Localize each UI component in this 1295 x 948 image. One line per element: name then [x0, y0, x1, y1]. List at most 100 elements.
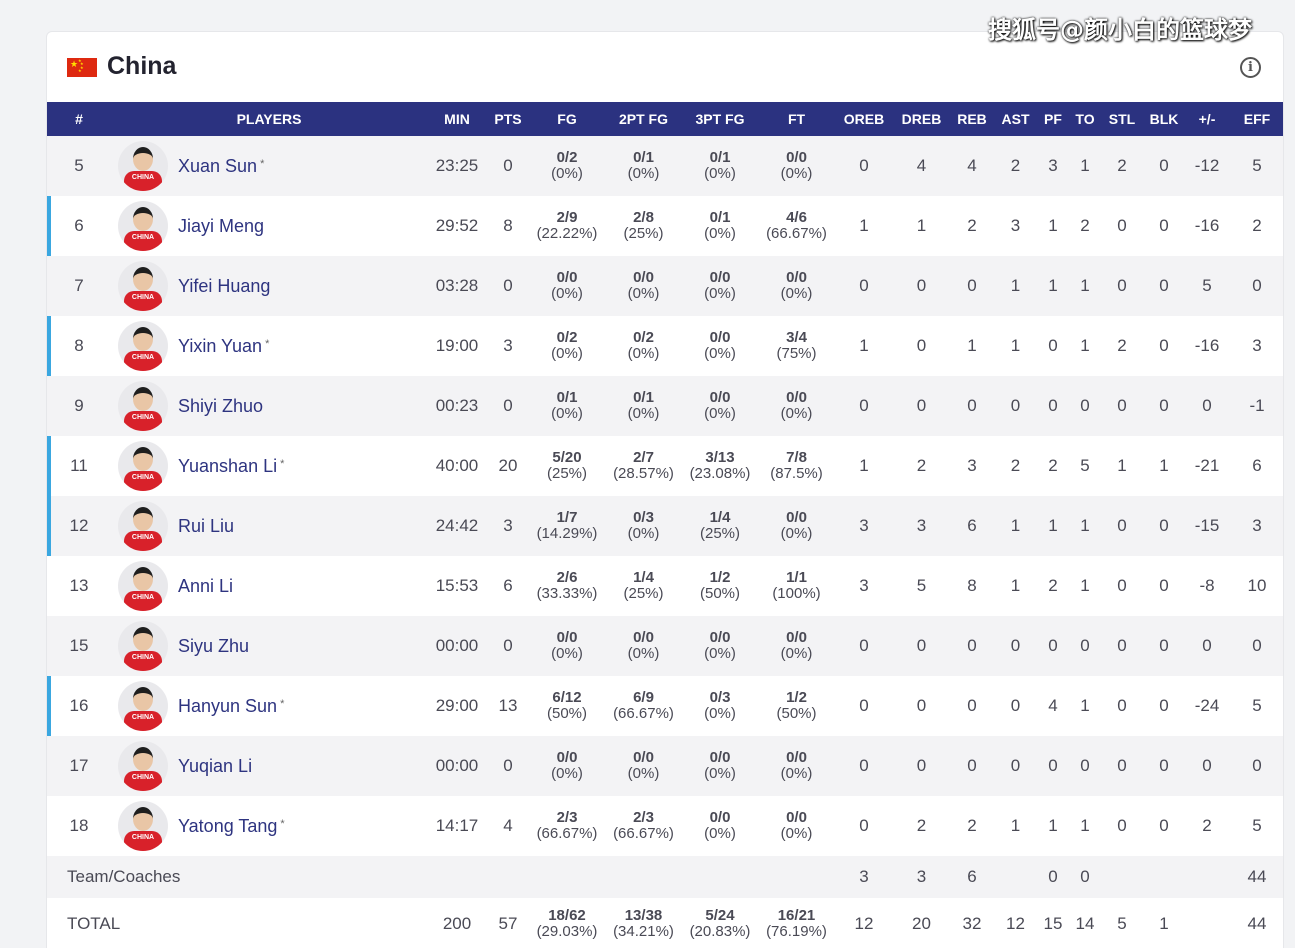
- stat-ast: 1: [1010, 576, 1021, 595]
- player-cell[interactable]: CHINA Shiyi Zhuo: [111, 376, 427, 436]
- total-fg-made: 18/62: [548, 907, 586, 924]
- col-oreb-header[interactable]: OREB: [835, 102, 893, 136]
- player-name-link[interactable]: Yatong Tang *: [178, 816, 285, 837]
- stat-ast: 1: [1010, 276, 1021, 295]
- col-pf-header[interactable]: PF: [1037, 102, 1069, 136]
- col-2pt-fg-header[interactable]: 2PT FG: [605, 102, 682, 136]
- ft-percent: (100%): [772, 585, 821, 602]
- ft-made: 1/2: [786, 689, 807, 706]
- minutes: 24:42: [435, 516, 479, 535]
- fg3-percent: (0%): [704, 645, 736, 662]
- stat-eff: 5: [1252, 816, 1262, 835]
- player-name[interactable]: Yifei Huang: [178, 276, 270, 296]
- avatar[interactable]: CHINA: [118, 801, 168, 851]
- starter-mark: *: [280, 817, 285, 830]
- points: 4: [503, 816, 513, 835]
- player-name[interactable]: Xuan Sun: [178, 156, 257, 176]
- avatar[interactable]: CHINA: [118, 141, 168, 191]
- col-min-header[interactable]: MIN: [427, 102, 487, 136]
- fg2-made: 0/0: [633, 749, 654, 766]
- player-name-link[interactable]: Yuqian Li: [178, 756, 255, 777]
- player-cell[interactable]: CHINA Yifei Huang: [111, 256, 427, 316]
- col-pts-header[interactable]: PTS: [487, 102, 529, 136]
- ft: 0/0 (0%): [758, 796, 835, 856]
- col-blk-header[interactable]: BLK: [1143, 102, 1185, 136]
- fg2-made: 1/4: [633, 569, 654, 586]
- player-cell[interactable]: CHINA Yuanshan Li *: [111, 436, 427, 496]
- col-number-header[interactable]: #: [47, 102, 111, 136]
- fg-percent: (14.29%): [536, 525, 598, 542]
- col-dreb-header[interactable]: DREB: [893, 102, 950, 136]
- avatar[interactable]: CHINA: [118, 441, 168, 491]
- player-name[interactable]: Jiayi Meng: [178, 216, 264, 236]
- avatar[interactable]: CHINA: [118, 741, 168, 791]
- player-name[interactable]: Hanyun Sun: [178, 696, 277, 716]
- avatar[interactable]: CHINA: [118, 681, 168, 731]
- player-name-link[interactable]: Yuanshan Li *: [178, 456, 284, 477]
- total-label: TOTAL: [67, 914, 121, 933]
- col-ft-header[interactable]: FT: [758, 102, 835, 136]
- player-name-link[interactable]: Yifei Huang: [178, 276, 273, 297]
- total-minutes: 200: [442, 914, 472, 933]
- col-to-header[interactable]: TO: [1069, 102, 1101, 136]
- total-ft-made: 16/21: [777, 907, 816, 924]
- fg3-made: 1/2: [709, 569, 731, 586]
- fg3-percent: (25%): [699, 525, 740, 542]
- col-stl-header[interactable]: STL: [1101, 102, 1143, 136]
- player-name-link[interactable]: Shiyi Zhuo: [178, 396, 266, 417]
- team-stat-eff: 44: [1247, 867, 1267, 886]
- boxscore-card: ★ ★ ★ ★ ★ China i # PLAYERS MIN PTS FG 2PT FG 3PT …: [46, 31, 1284, 948]
- player-name-link[interactable]: Anni Li: [178, 576, 236, 597]
- col-ast-header[interactable]: AST: [994, 102, 1037, 136]
- player-name[interactable]: Yuqian Li: [178, 756, 252, 776]
- fg3-percent: (0%): [704, 705, 736, 722]
- avatar[interactable]: CHINA: [118, 321, 168, 371]
- player-name-link[interactable]: Xuan Sun *: [178, 156, 264, 177]
- col-reb-header[interactable]: REB: [950, 102, 994, 136]
- player-name[interactable]: Siyu Zhu: [178, 636, 249, 656]
- player-cell[interactable]: CHINA Rui Liu: [111, 496, 427, 556]
- player-name-link[interactable]: Siyu Zhu: [178, 636, 252, 657]
- player-name-link[interactable]: Yixin Yuan *: [178, 336, 269, 357]
- avatar[interactable]: CHINA: [118, 501, 168, 551]
- fg-percent: (50%): [546, 705, 587, 722]
- ft: 0/0 (0%): [758, 736, 835, 796]
- player-name[interactable]: Rui Liu: [178, 516, 234, 536]
- avatar[interactable]: CHINA: [118, 261, 168, 311]
- player-cell[interactable]: CHINA Xuan Sun *: [111, 136, 427, 196]
- col-eff-header[interactable]: EFF: [1229, 102, 1283, 136]
- player-name[interactable]: Shiyi Zhuo: [178, 396, 263, 416]
- player-name-link[interactable]: Jiayi Meng: [178, 216, 267, 237]
- points: 0: [503, 756, 513, 775]
- player-name-link[interactable]: Hanyun Sun *: [178, 696, 284, 717]
- col-players-header[interactable]: PLAYERS: [111, 102, 427, 136]
- fg2: 1/4 (25%): [605, 556, 682, 616]
- info-icon[interactable]: i: [1240, 57, 1261, 78]
- player-cell[interactable]: CHINA Hanyun Sun *: [111, 676, 427, 736]
- col-3pt-fg-header[interactable]: 3PT FG: [682, 102, 758, 136]
- player-cell[interactable]: CHINA Jiayi Meng: [111, 196, 427, 256]
- player-cell[interactable]: CHINA Yuqian Li: [111, 736, 427, 796]
- player-name-link[interactable]: Rui Liu: [178, 516, 237, 537]
- stat-eff: 5: [1252, 156, 1262, 175]
- fg2: 0/0 (0%): [605, 256, 682, 316]
- stat-oreb: 1: [859, 336, 869, 355]
- fg-made: 0/2: [556, 149, 578, 166]
- player-name[interactable]: Yuanshan Li: [178, 456, 277, 476]
- avatar[interactable]: CHINA: [118, 201, 168, 251]
- avatar[interactable]: CHINA: [118, 561, 168, 611]
- stat-pm: -15: [1194, 516, 1220, 535]
- player-name[interactable]: Yatong Tang: [178, 816, 277, 836]
- player-cell[interactable]: CHINA Siyu Zhu: [111, 616, 427, 676]
- stat-pf: 0: [1048, 636, 1058, 655]
- player-name[interactable]: Anni Li: [178, 576, 233, 596]
- player-name[interactable]: Yixin Yuan: [178, 336, 262, 356]
- player-cell[interactable]: CHINA Yixin Yuan *: [111, 316, 427, 376]
- stat-reb: 1: [967, 336, 977, 355]
- player-cell[interactable]: CHINA Yatong Tang *: [111, 796, 427, 856]
- avatar[interactable]: CHINA: [118, 621, 168, 671]
- avatar[interactable]: CHINA: [118, 381, 168, 431]
- col-fg-header[interactable]: FG: [529, 102, 605, 136]
- col-plus-minus-header[interactable]: +/-: [1185, 102, 1229, 136]
- player-cell[interactable]: CHINA Anni Li: [111, 556, 427, 616]
